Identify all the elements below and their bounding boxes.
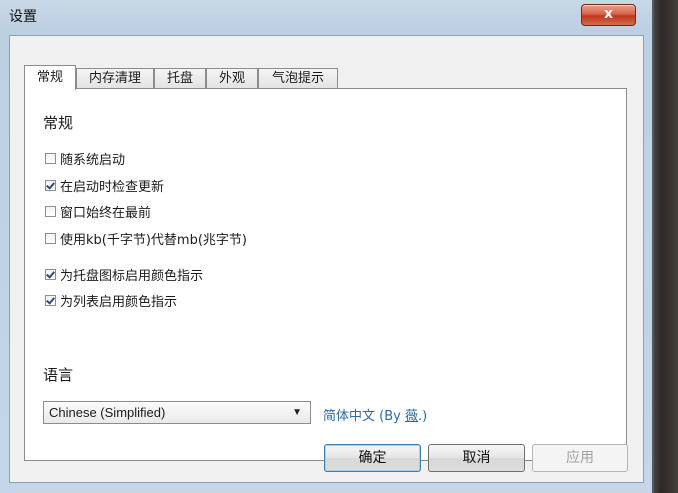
dialog-client-area: 常规 内存清理 托盘 外观 气泡提示 常规 随系统启动 在启动时检查更新 窗口始… [9,35,644,483]
tab-appearance[interactable]: 外观 [206,68,258,89]
checkbox[interactable] [45,268,56,280]
checkbox[interactable] [45,205,56,217]
language-credit-suffix: .) [417,409,428,424]
settings-dialog: 设置 x 常规 内存清理 托盘 外观 气泡提示 常规 随系统启动 在启动时检查更… [0,0,654,493]
general-tab-panel: 常规 随系统启动 在启动时检查更新 窗口始终在最前 使用kb(千字节)代替mb(… [24,88,627,461]
apply-button[interactable]: 应用 [532,444,628,472]
language-credit: 简体中文 (By 薇.) [323,405,427,424]
general-section-heading: 常规 [43,114,74,132]
tab-balloon-tips[interactable]: 气泡提示 [258,68,338,89]
tab-tray[interactable]: 托盘 [154,68,206,89]
option-list-color-indicator[interactable]: 为列表启用颜色指示 [45,291,178,310]
language-select[interactable]: Chinese (Simplified) ▼ [43,401,311,424]
language-select-value: Chinese (Simplified) [49,405,166,420]
checkbox[interactable] [45,294,56,306]
checkbox-label: 在启动时检查更新 [60,179,165,195]
option-check-updates-on-start[interactable]: 在启动时检查更新 [45,176,165,195]
option-always-on-top[interactable]: 窗口始终在最前 [45,202,152,221]
checkbox-label: 为托盘图标启用颜色指示 [60,268,204,284]
option-use-kb-instead-of-mb[interactable]: 使用kb(千字节)代替mb(兆字节) [45,229,247,248]
language-credit-prefix: 简体中文 (By [323,409,405,424]
option-start-with-system[interactable]: 随系统启动 [45,149,126,168]
checkbox-label: 使用kb(千字节)代替mb(兆字节) [60,232,247,248]
checkbox-label: 为列表启用颜色指示 [60,294,178,310]
window-title: 设置 [9,9,37,25]
translator-link[interactable]: 薇 [405,409,418,424]
checkbox[interactable] [45,232,56,244]
checkbox[interactable] [45,179,56,191]
desktop-background [650,0,678,493]
checkbox-label: 窗口始终在最前 [60,205,152,221]
tab-memory-cleanup[interactable]: 内存清理 [76,68,154,89]
close-button[interactable]: x [581,4,636,26]
checkbox-label: 随系统启动 [60,152,126,168]
checkbox[interactable] [45,152,56,164]
dropdown-arrow-icon: ▼ [292,407,302,418]
cancel-button[interactable]: 取消 [428,444,525,472]
ok-button[interactable]: 确定 [324,444,421,472]
option-tray-color-indicator[interactable]: 为托盘图标启用颜色指示 [45,265,204,284]
language-section-heading: 语言 [43,366,74,384]
tab-general[interactable]: 常规 [24,65,76,90]
